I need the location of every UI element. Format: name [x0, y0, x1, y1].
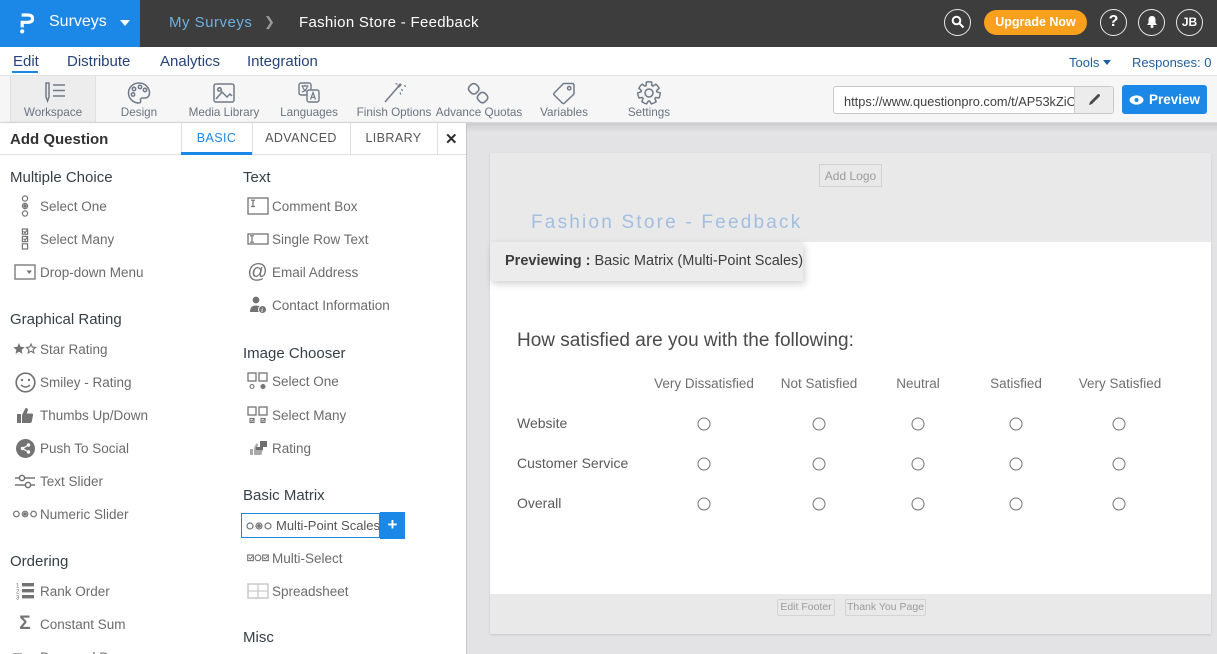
svg-text:3: 3	[16, 596, 20, 601]
